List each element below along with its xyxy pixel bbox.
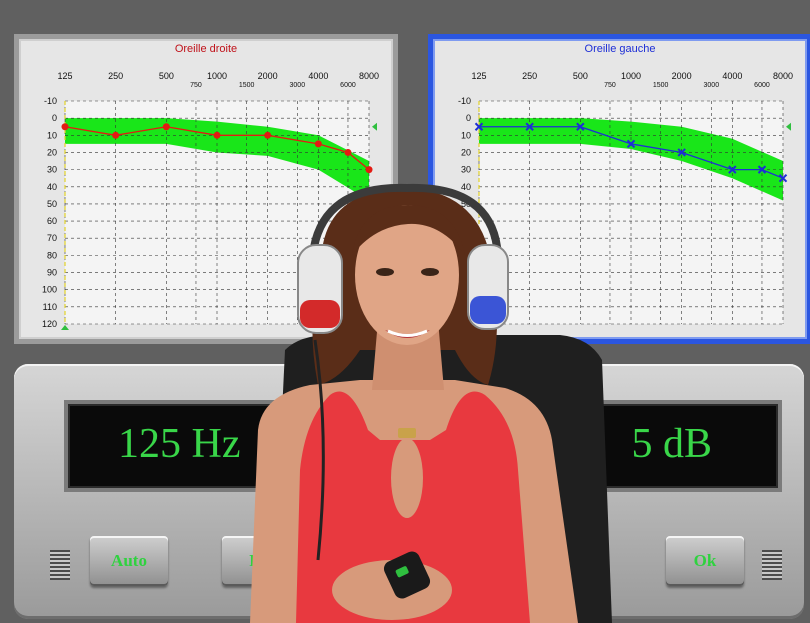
speaker-grille-right: [762, 550, 782, 580]
y-tick-label: 0: [466, 113, 471, 123]
y-tick-label: 30: [461, 165, 471, 175]
y-tick-label: 70: [47, 233, 57, 243]
y-tick-label: 80: [47, 250, 57, 260]
x-tick-label: 4000: [722, 71, 742, 81]
threshold-point[interactable]: [61, 123, 69, 131]
level-marker: [786, 122, 791, 131]
y-tick-label: 60: [47, 216, 57, 226]
level-readout: 5 dB: [631, 421, 712, 467]
y-tick-label: 100: [456, 285, 471, 295]
y-tick-label: 90: [461, 268, 471, 278]
x-tick-label: 125: [471, 71, 486, 81]
frequency-marker: [61, 325, 69, 330]
y-tick-label: 50: [47, 199, 57, 209]
y-tick-label: 40: [47, 182, 57, 192]
x-tick-label: 8000: [359, 71, 379, 81]
y-tick-label: 60: [461, 216, 471, 226]
x-tick-label: 500: [573, 71, 588, 81]
level-display: 5 dB: [534, 400, 782, 492]
x-tick-label: 500: [159, 71, 174, 81]
x-tick-label: 250: [108, 71, 123, 81]
y-tick-label: -10: [458, 96, 471, 106]
y-tick-label: -10: [44, 96, 57, 106]
y-tick-label: 120: [456, 319, 471, 329]
y-tick-label: 80: [461, 250, 471, 260]
y-tick-label: 100: [42, 285, 57, 295]
audiometer-screen: Oreille droite 125 250 500 1000 2000 4000 8000…: [0, 0, 810, 623]
x-tick-label: 125: [57, 71, 72, 81]
threshold-point[interactable]: [314, 140, 322, 148]
y-tick-label: 30: [47, 165, 57, 175]
x-tick-label: 1000: [207, 71, 227, 81]
y-tick-label: 120: [42, 319, 57, 329]
ok-button[interactable]: Ok: [666, 536, 744, 586]
y-tick-label: 90: [47, 268, 57, 278]
y-tick-label: 20: [47, 147, 57, 157]
x-tick-label: 750: [604, 82, 616, 89]
threshold-point[interactable]: [365, 166, 373, 174]
speaker-grille-left: [50, 550, 70, 580]
y-tick-label: 70: [461, 233, 471, 243]
y-tick-label: 110: [457, 302, 471, 312]
x-tick-label: 3000: [704, 82, 720, 89]
x-tick-label: 6000: [340, 82, 356, 89]
x-tick-label: 2000: [258, 71, 278, 81]
audiogram-right-ear[interactable]: Oreille droite 125 250 500 1000 2000 4000 8000…: [14, 34, 398, 344]
y-tick-label: 0: [52, 113, 57, 123]
threshold-point[interactable]: [264, 131, 272, 139]
y-tick-label: 20: [461, 147, 471, 157]
threshold-point[interactable]: [162, 123, 170, 131]
auto-button[interactable]: Auto: [90, 536, 168, 586]
frequency-marker: [475, 325, 483, 330]
y-tick-label: 10: [461, 130, 471, 140]
x-tick-label: 4000: [308, 71, 328, 81]
x-tick-label: 1000: [621, 71, 641, 81]
frequency-readout: 125 Hz: [118, 421, 241, 467]
y-tick-label: 40: [461, 182, 471, 192]
level-marker: [372, 122, 377, 131]
y-tick-label: 10: [47, 130, 57, 140]
x-tick-label: 1500: [653, 82, 669, 89]
x-tick-label: 2000: [672, 71, 692, 81]
frequency-display: 125 Hz: [64, 400, 362, 492]
audiometer-console: 125 Hz 5 dB Auto FH Ok: [14, 364, 804, 619]
x-tick-label: 8000: [773, 71, 793, 81]
audiogram-plot[interactable]: 125 250 500 1000 2000 4000 8000750 1500 3000 6000…: [19, 39, 393, 339]
threshold-point[interactable]: [112, 131, 120, 139]
x-tick-label: 1500: [239, 82, 255, 89]
fh-button[interactable]: FH: [222, 536, 300, 586]
threshold-point[interactable]: [213, 131, 221, 139]
y-tick-label: 50: [461, 199, 471, 209]
x-tick-label: 250: [522, 71, 537, 81]
threshold-point[interactable]: [344, 148, 352, 156]
x-tick-label: 750: [190, 82, 202, 89]
audiogram-plot[interactable]: 125 250 500 1000 2000 4000 8000750 1500 3000 6000…: [433, 39, 807, 339]
x-tick-label: 6000: [754, 82, 770, 89]
audiogram-left-ear[interactable]: Oreille gauche 125 250 500 1000 2000 4000 8000…: [428, 34, 810, 344]
x-tick-label: 3000: [290, 82, 306, 89]
y-tick-label: 110: [43, 302, 57, 312]
